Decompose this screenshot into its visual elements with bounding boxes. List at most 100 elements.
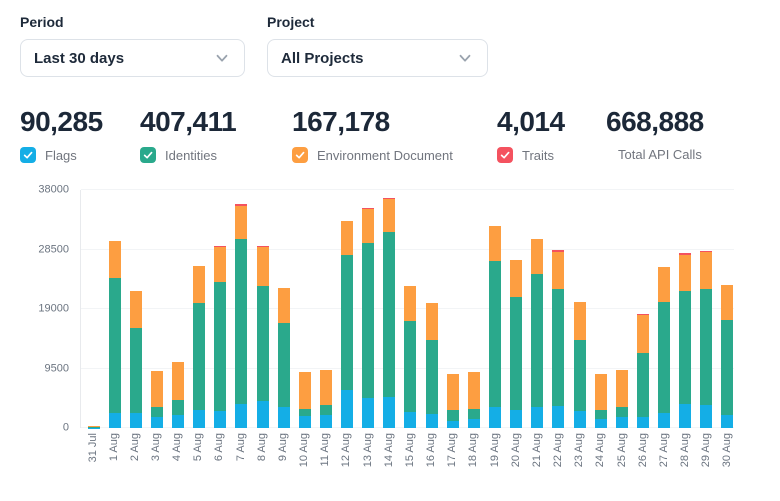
bar-segment-identities — [510, 297, 522, 410]
chart-bar[interactable] — [362, 208, 374, 428]
bar-segment-environment-document — [404, 286, 416, 321]
x-axis-tick-label: 29 Aug — [700, 433, 712, 467]
chart-bar[interactable] — [637, 314, 649, 428]
chart-bar[interactable] — [383, 198, 395, 428]
bar-segment-flags — [299, 416, 311, 428]
check-icon — [142, 149, 154, 161]
bar-segment-flags — [383, 397, 395, 428]
bar-segment-flags — [172, 415, 184, 428]
chart-bar[interactable] — [257, 246, 269, 428]
chart-bar[interactable] — [531, 239, 543, 428]
bar-segment-identities — [468, 409, 480, 419]
x-axis-tick-label: 13 Aug — [362, 433, 374, 467]
chart-bar[interactable] — [595, 374, 607, 428]
bar-segment-flags — [320, 415, 332, 428]
bar-segment-environment-document — [299, 372, 311, 409]
x-axis-tick-label: 4 Aug — [171, 433, 183, 461]
bar-segment-flags — [193, 410, 205, 428]
chart-bar[interactable] — [172, 362, 184, 428]
x-axis-tick-label: 26 Aug — [637, 433, 649, 467]
chart-bar[interactable] — [130, 291, 142, 428]
bar-segment-identities — [447, 410, 459, 421]
chart-bar[interactable] — [616, 370, 628, 428]
bar-segment-environment-document — [574, 302, 586, 340]
bar-segment-identities — [235, 239, 247, 404]
chart-bar[interactable] — [404, 286, 416, 428]
x-axis-tick-label: 20 Aug — [510, 433, 522, 467]
bar-segment-flags — [510, 410, 522, 428]
x-axis-tick-label: 18 Aug — [467, 433, 479, 467]
bar-segment-flags — [595, 419, 607, 428]
bar-segment-identities — [426, 340, 438, 414]
chart-bar[interactable] — [574, 302, 586, 428]
chart-bar[interactable] — [320, 370, 332, 428]
chart-bar[interactable] — [426, 303, 438, 428]
bar-segment-flags — [362, 398, 374, 428]
bar-segment-identities — [130, 328, 142, 412]
period-select[interactable]: Last 30 days — [20, 39, 245, 77]
project-selected-value: All Projects — [281, 50, 364, 67]
bar-segment-identities — [193, 303, 205, 410]
chart-bar[interactable] — [151, 371, 163, 428]
x-axis-tick-label: 6 Aug — [213, 433, 225, 461]
chart-bar[interactable] — [489, 226, 501, 428]
x-axis-tick-label: 12 Aug — [340, 433, 352, 467]
bar-segment-identities — [362, 243, 374, 398]
chart-bar[interactable] — [510, 260, 522, 428]
chart-bar[interactable] — [109, 241, 121, 428]
chart-bar[interactable] — [214, 246, 226, 428]
x-axis-tick-label: 14 Aug — [383, 433, 395, 467]
flags-checkbox[interactable] — [20, 147, 36, 163]
chart-bar[interactable] — [468, 372, 480, 428]
bar-segment-flags — [341, 390, 353, 428]
bar-segment-flags — [574, 411, 586, 428]
environment-document-count: 167,178 — [292, 106, 497, 138]
bar-segment-flags — [278, 407, 290, 428]
x-axis-tick-label: 30 Aug — [721, 433, 733, 467]
chart-bar[interactable] — [299, 372, 311, 428]
project-select[interactable]: All Projects — [267, 39, 488, 77]
bar-segment-flags — [489, 407, 501, 428]
bar-segment-flags — [721, 415, 733, 428]
bar-segment-environment-document — [679, 255, 691, 291]
chart-bar[interactable] — [552, 250, 564, 428]
environment-document-label: Environment Document — [317, 148, 453, 163]
x-axis-tick-label: 11 Aug — [319, 433, 331, 466]
x-axis-tick-label: 17 Aug — [446, 433, 458, 467]
bar-segment-environment-document — [721, 285, 733, 320]
traits-checkbox[interactable] — [497, 147, 513, 163]
check-icon — [22, 149, 34, 161]
chart-bar[interactable] — [658, 267, 670, 428]
bar-segment-flags — [658, 413, 670, 428]
environment-document-checkbox[interactable] — [292, 147, 308, 163]
x-axis-tick-label: 16 Aug — [425, 433, 437, 467]
bar-segment-environment-document — [151, 371, 163, 408]
bar-segment-flags — [616, 417, 628, 428]
bar-segment-identities — [637, 353, 649, 417]
bar-segment-environment-document — [700, 252, 712, 288]
bar-segment-environment-document — [341, 221, 353, 256]
bar-segment-identities — [679, 291, 691, 404]
chart-bar[interactable] — [341, 221, 353, 428]
bar-segment-identities — [257, 286, 269, 401]
x-axis-tick-label: 15 Aug — [404, 433, 416, 467]
chart-bar[interactable] — [679, 253, 691, 428]
bar-segment-environment-document — [616, 370, 628, 407]
bar-segment-environment-document — [447, 374, 459, 410]
chart-plot-area: 09500190002850038000 — [80, 190, 760, 428]
chart-bar[interactable] — [88, 426, 100, 428]
bar-segment-identities — [531, 274, 543, 406]
chart-bar[interactable] — [447, 374, 459, 428]
bar-segment-identities — [658, 302, 670, 413]
chart-bar[interactable] — [278, 288, 290, 428]
bar-segment-environment-document — [468, 372, 480, 409]
chart-bar[interactable] — [193, 266, 205, 428]
chart-bar[interactable] — [700, 251, 712, 428]
project-label: Project — [267, 14, 488, 30]
bar-segment-environment-document — [531, 239, 543, 274]
identities-checkbox[interactable] — [140, 147, 156, 163]
chart-bar[interactable] — [721, 285, 733, 428]
bar-segment-environment-document — [383, 199, 395, 233]
bar-segment-identities — [404, 321, 416, 412]
chart-bar[interactable] — [235, 204, 247, 428]
